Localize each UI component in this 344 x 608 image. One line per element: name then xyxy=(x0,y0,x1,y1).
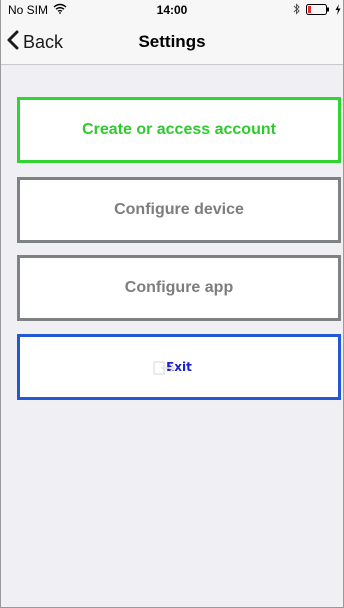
configure-device-label: Configure device xyxy=(114,201,244,218)
exit-button[interactable]: Exit xyxy=(17,334,341,400)
configure-device-button[interactable]: Configure device xyxy=(17,177,341,243)
create-or-access-account-button[interactable]: Create or access account xyxy=(17,97,341,163)
navigation-bar: Back Settings xyxy=(1,20,343,65)
status-right xyxy=(293,3,341,18)
exit-icon xyxy=(152,359,176,377)
create-or-access-account-label: Create or access account xyxy=(82,121,276,138)
charging-icon xyxy=(335,3,341,18)
settings-screen: No SIM 14:00 Back Settings Create or acc… xyxy=(0,0,344,608)
page-title: Settings xyxy=(138,32,206,51)
battery-icon xyxy=(306,3,330,18)
configure-app-button[interactable]: Configure app xyxy=(17,255,341,321)
status-time: 14:00 xyxy=(156,3,188,17)
bluetooth-icon xyxy=(293,3,301,18)
status-bar: No SIM 14:00 xyxy=(1,0,343,20)
configure-app-label: Configure app xyxy=(124,279,234,296)
